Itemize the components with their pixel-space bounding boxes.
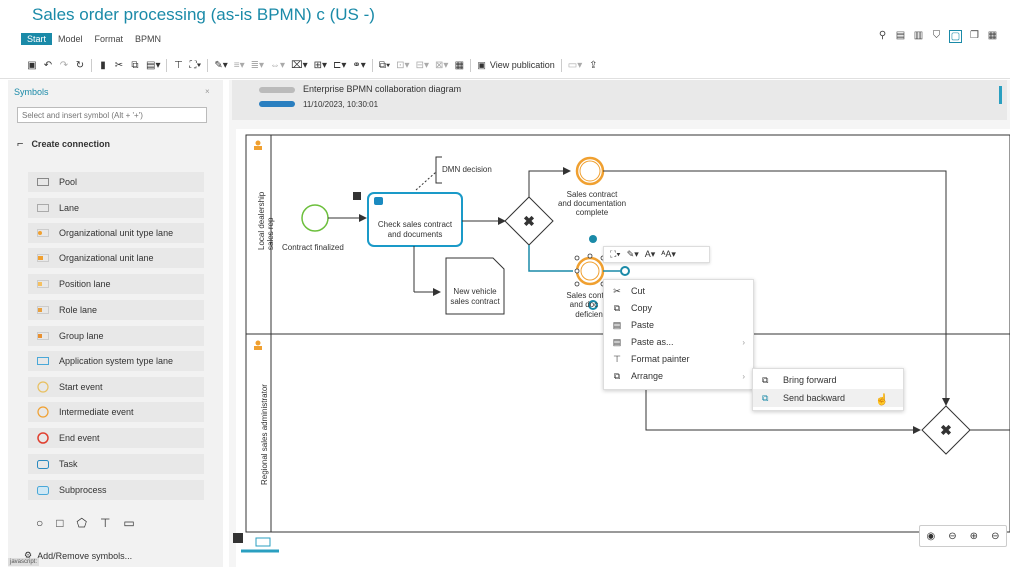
start-event[interactable]	[301, 204, 329, 232]
dmn-label: DMN decision	[442, 165, 492, 174]
context-menu: ✂ Cut ⧉ Copy ▤ Paste ▤ Paste as... › ⊤ F…	[603, 279, 754, 390]
line-color-icon[interactable]: ✎▾	[627, 249, 639, 260]
person-icon	[254, 140, 262, 150]
menu-label: Copy	[631, 303, 653, 313]
zoom-out-icon[interactable]: ⊖	[991, 531, 999, 542]
menu-item-send-backward[interactable]: ⧉ Send backward ☝	[753, 389, 903, 407]
bring-forward-icon: ⧉	[762, 374, 769, 385]
zoom-in-icon[interactable]: ⊕	[970, 531, 978, 542]
task-marker-icon	[353, 192, 361, 200]
paste-as-icon: ▤	[612, 336, 622, 347]
hand-icon	[374, 197, 383, 205]
fill-color-icon[interactable]: ⛶▾	[610, 249, 621, 260]
menu-item-arrange[interactable]: ⧉ Arrange ›	[604, 368, 753, 384]
end-event-deficient-label: Sales cont and doc deficien	[566, 291, 604, 319]
menu-item-copy[interactable]: ⧉ Copy	[604, 300, 753, 316]
menu-label: Paste	[631, 320, 655, 330]
zoom-fit-icon[interactable]: ⊖	[948, 531, 956, 542]
start-event-label: Contract finalized	[282, 243, 344, 252]
arrange-icon: ⧉	[613, 370, 621, 381]
menu-label: Paste as...	[631, 337, 674, 347]
arrange-submenu: ⧉ Bring forward ⧉ Send backward ☝	[752, 368, 904, 411]
bpmn-diagram: Local dealershipsales rep Regional sales…	[233, 134, 1010, 553]
menu-item-format-painter[interactable]: ⊤ Format painter	[604, 351, 753, 367]
connection-handle[interactable]	[589, 235, 597, 243]
connection-handle[interactable]	[620, 266, 630, 276]
page-tab-icon[interactable]	[255, 537, 271, 547]
person-icon	[254, 340, 262, 350]
menu-label: Bring forward	[783, 375, 837, 385]
end-event-complete[interactable]	[575, 156, 605, 186]
association-line	[415, 171, 437, 191]
menu-label: Cut	[631, 286, 646, 296]
font-color-icon[interactable]: A▾	[645, 249, 656, 260]
copy-icon: ⧉	[613, 302, 621, 313]
format-toolbar: ⛶▾ ✎▾ A▾ ᴬA▾	[603, 246, 710, 263]
hand-cursor-icon: ☝	[875, 394, 889, 406]
flow-arrow[interactable]	[528, 167, 571, 197]
chevron-right-icon: ›	[742, 371, 745, 381]
lane1-label: Local dealershipsales rep	[257, 191, 275, 250]
format-painter-icon: ⊤	[613, 353, 621, 364]
send-backward-icon: ⧉	[762, 392, 769, 403]
menu-item-bring-forward[interactable]: ⧉ Bring forward	[753, 371, 903, 389]
menu-item-cut[interactable]: ✂ Cut	[604, 283, 753, 299]
gateway-x-icon: ✖	[523, 213, 535, 229]
end-event-complete-label: Sales contract and documentation complete	[558, 190, 626, 217]
font-size-icon[interactable]: ᴬA▾	[661, 249, 676, 260]
menu-item-paste-as[interactable]: ▤ Paste as... ›	[604, 334, 753, 350]
menu-label: Arrange	[631, 371, 664, 381]
menu-item-paste[interactable]: ▤ Paste	[604, 317, 753, 333]
paste-icon: ▤	[612, 319, 622, 330]
menu-label: Send backward	[783, 393, 846, 403]
chevron-right-icon: ›	[742, 337, 745, 347]
zoom-controls: ◉ ⊖ ⊕ ⊖	[919, 525, 1007, 547]
cut-icon: ✂	[613, 285, 621, 296]
flow-arrow-selected[interactable]	[528, 245, 573, 272]
document-label: New vehicle sales contract	[450, 287, 500, 306]
menu-label: Format painter	[631, 354, 690, 364]
lane2-label: Regional sales administrator	[260, 384, 269, 485]
gateway-x-icon: ✖	[940, 422, 952, 438]
eye-icon[interactable]: ◉	[927, 531, 936, 542]
overview-icon[interactable]	[233, 533, 243, 543]
task-label: Check sales contract and documents	[378, 220, 453, 239]
